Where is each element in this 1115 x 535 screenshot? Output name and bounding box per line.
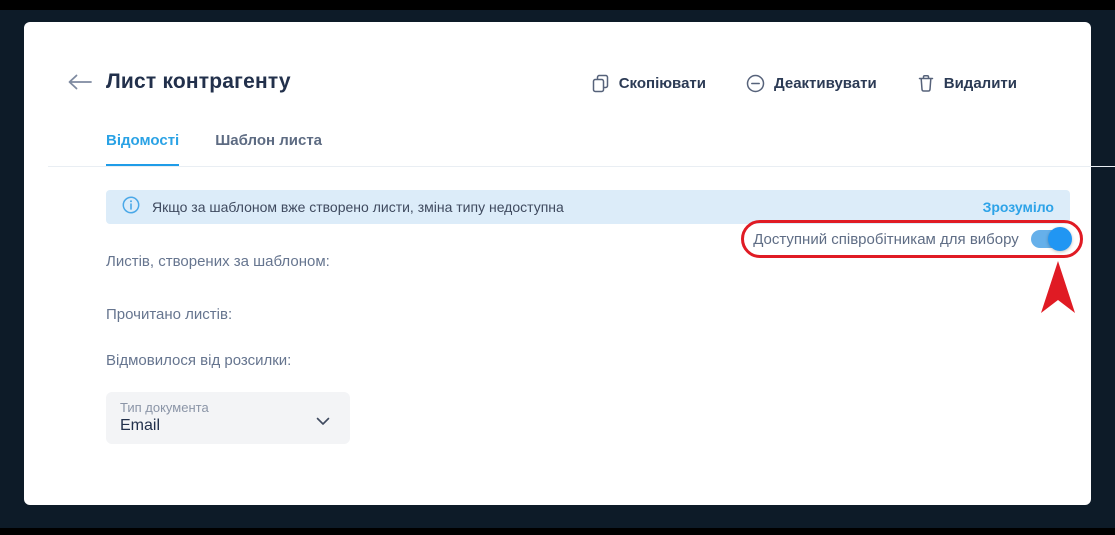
availability-toggle-label: Доступний співробітникам для вибору bbox=[753, 231, 1019, 248]
availability-toggle[interactable] bbox=[1031, 229, 1071, 249]
delete-button[interactable]: Видалити bbox=[917, 74, 1017, 93]
deactivate-button-label: Деактивувати bbox=[774, 75, 877, 92]
info-banner: Якщо за шаблоном вже створено листи, змі… bbox=[106, 190, 1070, 224]
tab-letter-template[interactable]: Шаблон листа bbox=[215, 132, 322, 167]
page-title: Лист контрагенту bbox=[106, 70, 291, 94]
banner-dismiss-link[interactable]: Зрозуміло bbox=[983, 199, 1054, 215]
document-type-label: Тип документа bbox=[120, 400, 336, 415]
minus-circle-icon bbox=[746, 74, 765, 93]
availability-toggle-group: Доступний співробітникам для вибору bbox=[741, 220, 1083, 258]
tab-bar: Відомості Шаблон листа bbox=[106, 132, 322, 167]
stat-created-label: Листів, створених за шаблоном: bbox=[106, 253, 330, 270]
copy-button-label: Скопіювати bbox=[619, 75, 706, 92]
copy-button[interactable]: Скопіювати bbox=[592, 74, 706, 93]
document-type-select[interactable]: Тип документа Email bbox=[106, 392, 350, 444]
banner-text: Якщо за шаблоном вже створено листи, змі… bbox=[152, 199, 971, 215]
info-icon bbox=[122, 196, 140, 219]
header-actions: Скопіювати Деактивувати Видалити bbox=[592, 74, 1017, 93]
delete-button-label: Видалити bbox=[944, 75, 1017, 92]
arrow-left-icon bbox=[67, 74, 93, 95]
trash-icon bbox=[917, 74, 935, 93]
toggle-knob bbox=[1048, 227, 1072, 251]
tabs-divider bbox=[48, 166, 1115, 167]
stat-read-label: Прочитано листів: bbox=[106, 306, 232, 323]
back-button[interactable] bbox=[66, 72, 94, 96]
tab-details[interactable]: Відомості bbox=[106, 132, 179, 167]
document-type-value: Email bbox=[120, 417, 336, 435]
annotation-arrow-icon bbox=[1040, 261, 1076, 313]
chevron-down-icon bbox=[316, 413, 330, 431]
copy-icon bbox=[592, 74, 610, 93]
template-card: Лист контрагенту Скопіювати Деактивувати bbox=[24, 22, 1091, 505]
deactivate-button[interactable]: Деактивувати bbox=[746, 74, 877, 93]
stat-unsubscribed-label: Відмовилося від розсилки: bbox=[106, 352, 291, 369]
